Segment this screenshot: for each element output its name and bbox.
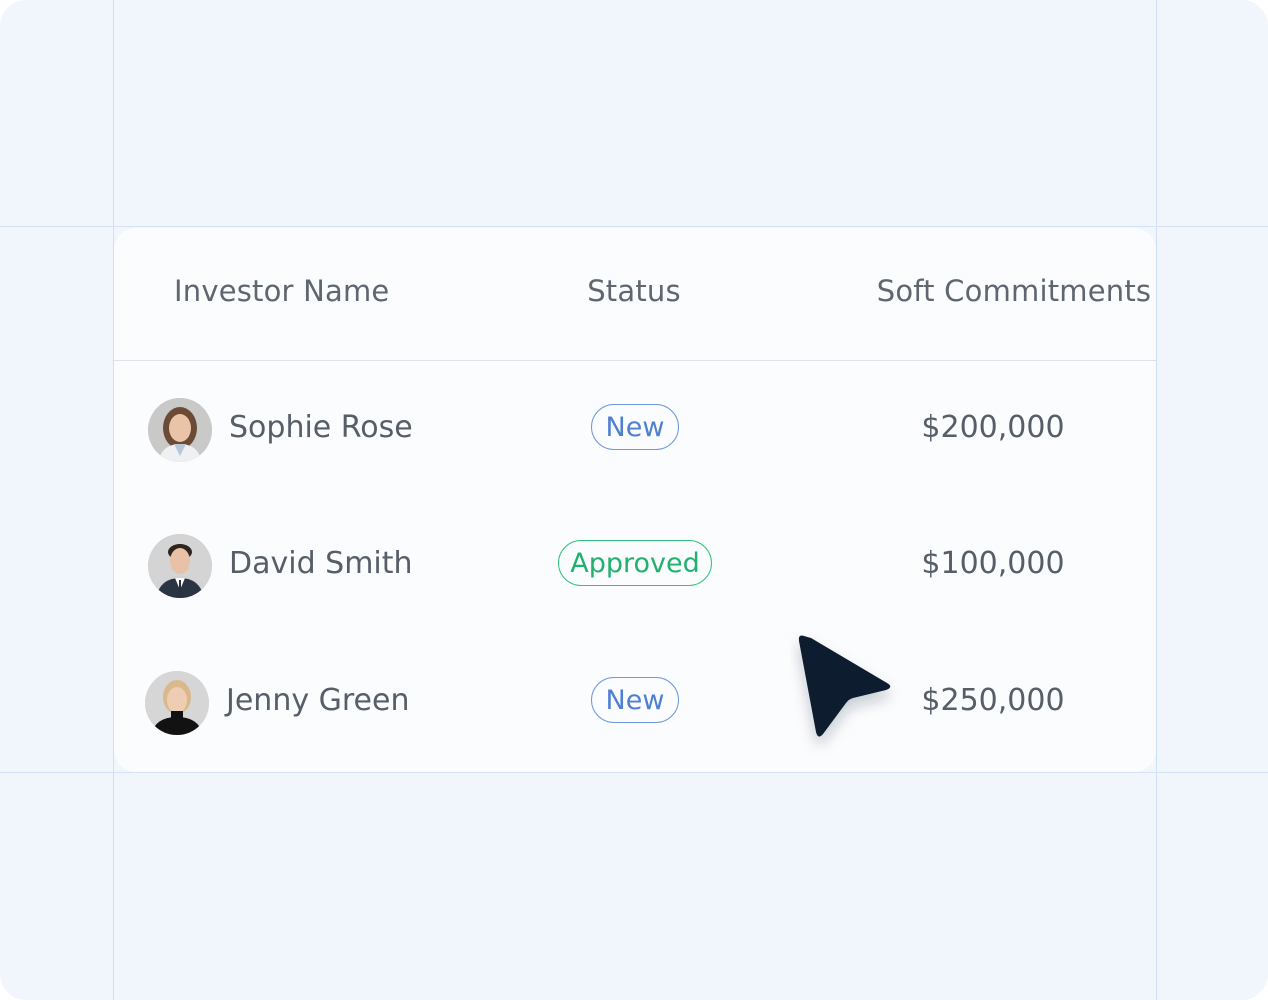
avatar	[148, 534, 212, 598]
status-badge: Approved	[558, 540, 712, 586]
investor-name: Sophie Rose	[229, 410, 413, 445]
investor-table-card: Investor Name Status Soft Commitments So…	[114, 228, 1156, 772]
guide-line-right	[1156, 0, 1157, 1000]
status-badge: New	[591, 404, 679, 450]
status-badge: New	[591, 677, 679, 723]
table-header: Investor Name Status Soft Commitments	[114, 228, 1156, 361]
table-row[interactable]: David Smith Approved $100,000	[114, 516, 1156, 616]
guide-line-bottom	[0, 772, 1268, 773]
investor-name: Jenny Green	[226, 683, 410, 718]
table-row[interactable]: Sophie Rose New $200,000	[114, 380, 1156, 480]
pointer-cursor-icon	[790, 628, 910, 762]
investor-name: David Smith	[229, 546, 413, 581]
soft-commitment-amount: $200,000	[921, 410, 1065, 445]
guide-line-top	[0, 226, 1268, 227]
soft-commitment-amount: $100,000	[921, 546, 1065, 581]
avatar	[148, 398, 212, 462]
table-row[interactable]: Jenny Green New $250,000	[114, 653, 1156, 753]
column-header-soft-commitments[interactable]: Soft Commitments	[874, 274, 1154, 308]
column-header-status[interactable]: Status	[534, 274, 734, 308]
canvas-background: Investor Name Status Soft Commitments So…	[0, 0, 1268, 1000]
column-header-investor-name[interactable]: Investor Name	[174, 274, 389, 308]
avatar	[145, 671, 209, 735]
